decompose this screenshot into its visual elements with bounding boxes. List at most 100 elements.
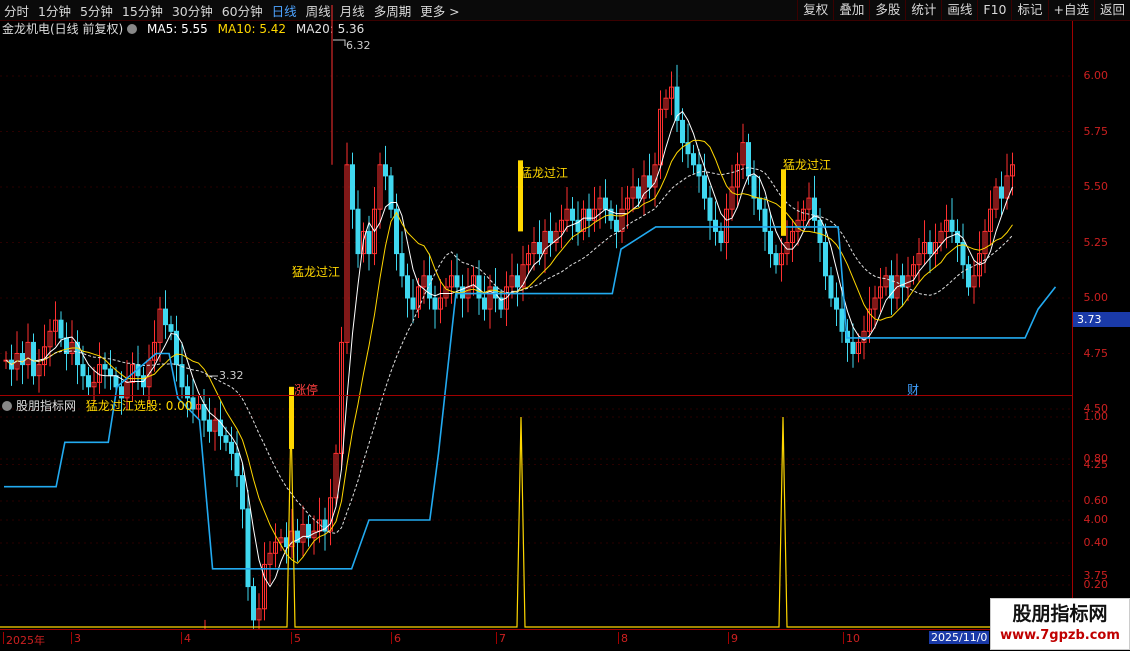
month-label-2: 4 xyxy=(181,632,191,645)
candle-body-130 xyxy=(718,230,724,243)
signal-bar-2 xyxy=(781,169,786,236)
indicator-tick-2: 0.60 xyxy=(1083,494,1109,507)
candle-body-82 xyxy=(454,275,460,288)
candle-body-103 xyxy=(570,208,575,221)
candle-body-89 xyxy=(493,286,498,299)
candle-body-148 xyxy=(817,219,823,244)
price-tick-1: 5.75 xyxy=(1083,124,1109,138)
kline-chart[interactable] xyxy=(0,0,1130,650)
candle-body-175 xyxy=(966,264,971,288)
candle-body-19 xyxy=(108,368,113,377)
candle-body-129 xyxy=(713,219,718,232)
high-leader xyxy=(333,39,346,46)
candle-body-10 xyxy=(58,319,64,339)
indicator-tick-3: 0.40 xyxy=(1083,536,1109,549)
candle-body-115 xyxy=(636,186,641,199)
watermark: 股朋指标网 www.7gpzb.com xyxy=(990,598,1130,650)
candle-body-106 xyxy=(586,208,592,221)
candle-body-139 xyxy=(768,230,773,255)
candle-body-44 xyxy=(245,508,251,588)
candle-body-87 xyxy=(482,297,487,310)
candle-body-123 xyxy=(680,119,685,144)
candle-body-137 xyxy=(757,197,762,210)
candle-body-30 xyxy=(168,324,174,332)
candle-body-127 xyxy=(702,175,707,199)
candle-body-151 xyxy=(834,297,839,310)
indicator-name: 股朋指标网 xyxy=(16,399,77,413)
candle-body-20 xyxy=(113,375,119,388)
low-price-label: 3.32 xyxy=(219,369,244,382)
candle-body-136 xyxy=(751,175,757,199)
candle-body-41 xyxy=(229,441,234,454)
candle-body-126 xyxy=(696,164,702,177)
signal-label-2: 猛龙过江 xyxy=(520,166,569,180)
candle-body-73 xyxy=(405,275,410,299)
month-label-3: 5 xyxy=(291,632,301,645)
price-axis: 6.00 5.75 5.50 5.25 5.00 4.75 4.50 4.25 4.00 3.75… xyxy=(1072,21,1130,637)
month-label-1: 3 xyxy=(71,632,81,645)
candle-body-99 xyxy=(548,230,553,243)
month-label-4: 6 xyxy=(391,632,401,645)
month-label-0: 2025年 xyxy=(3,632,45,647)
candle-body-152 xyxy=(839,308,845,332)
candle-body-42 xyxy=(234,452,240,477)
candle-body-5 xyxy=(31,341,36,377)
candle-body-128 xyxy=(707,197,713,221)
candle-body-97 xyxy=(537,242,542,255)
candle-body-74 xyxy=(410,297,416,310)
candle-body-3 xyxy=(20,353,25,366)
date-axis: 2025/11/0 2025年 3 4 5 6 7 8 9 10 xyxy=(0,629,1130,651)
candle-body-125 xyxy=(691,153,696,166)
price-tick-2: 5.50 xyxy=(1083,180,1109,193)
last-date-label: 2025/11/0 xyxy=(929,631,990,644)
candle-body-154 xyxy=(850,341,856,354)
watermark-title: 股朋指标网 xyxy=(1012,603,1108,625)
watermark-url: www.7gpzb.com xyxy=(1000,628,1120,643)
candle-body-43 xyxy=(240,475,245,510)
candle-body-51 xyxy=(284,537,289,548)
indicator-line xyxy=(0,416,1073,628)
month-label-6: 8 xyxy=(618,632,628,645)
candle-body-140 xyxy=(773,253,779,266)
candle-body-66 xyxy=(366,230,372,255)
limit-up-marker[interactable]: 涨停 xyxy=(294,381,318,398)
candle-body-93 xyxy=(515,275,520,288)
candle-body-14 xyxy=(80,364,86,377)
high-price-label: 6.32 xyxy=(346,39,371,52)
indicator-axis: 1.00 0.80 0.60 0.40 0.20 xyxy=(1072,396,1130,629)
candle-body-149 xyxy=(823,242,828,277)
indicator-tick-1: 0.80 xyxy=(1083,452,1109,465)
indicator-tick-0: 1.00 xyxy=(1083,410,1109,423)
month-label-5: 7 xyxy=(496,632,506,645)
price-tick-5: 4.75 xyxy=(1083,346,1109,360)
price-tick-3: 5.25 xyxy=(1083,235,1109,249)
last-price-tag: 3.73 xyxy=(1073,312,1130,327)
candle-body-29 xyxy=(163,308,168,326)
candle-body-86 xyxy=(476,275,482,299)
candle-body-173 xyxy=(955,230,960,243)
candle-body-69 xyxy=(383,164,388,177)
signal-label-3: 猛龙过江 xyxy=(783,158,832,172)
candle-body-32 xyxy=(179,364,185,388)
candle-body-64 xyxy=(355,208,361,255)
candle-body-111 xyxy=(614,219,619,232)
candle-body-36 xyxy=(201,404,207,421)
indicator-info: 股朋指标网 猛龙过江选股: 0.00 xyxy=(2,398,192,414)
candle-body-18 xyxy=(102,364,108,370)
candle-body-15 xyxy=(86,375,91,388)
candle-body-168 xyxy=(927,242,933,255)
candle-body-63 xyxy=(350,164,355,210)
candle-body-117 xyxy=(647,175,652,188)
candle-body-138 xyxy=(762,208,768,232)
month-label-8: 10 xyxy=(843,632,860,645)
candle-body-77 xyxy=(427,275,432,299)
candle-body-150 xyxy=(828,275,834,299)
indicator-tick-4: 0.20 xyxy=(1083,578,1109,591)
finance-marker[interactable]: 财 xyxy=(907,381,919,398)
candle-body-181 xyxy=(999,186,1004,199)
candle-body-174 xyxy=(960,242,966,266)
price-tick-4: 5.00 xyxy=(1083,291,1109,304)
indicator-gear-icon[interactable] xyxy=(2,401,12,411)
candle-body-40 xyxy=(223,435,229,443)
signal-label-1: 猛龙过江 xyxy=(292,265,341,279)
